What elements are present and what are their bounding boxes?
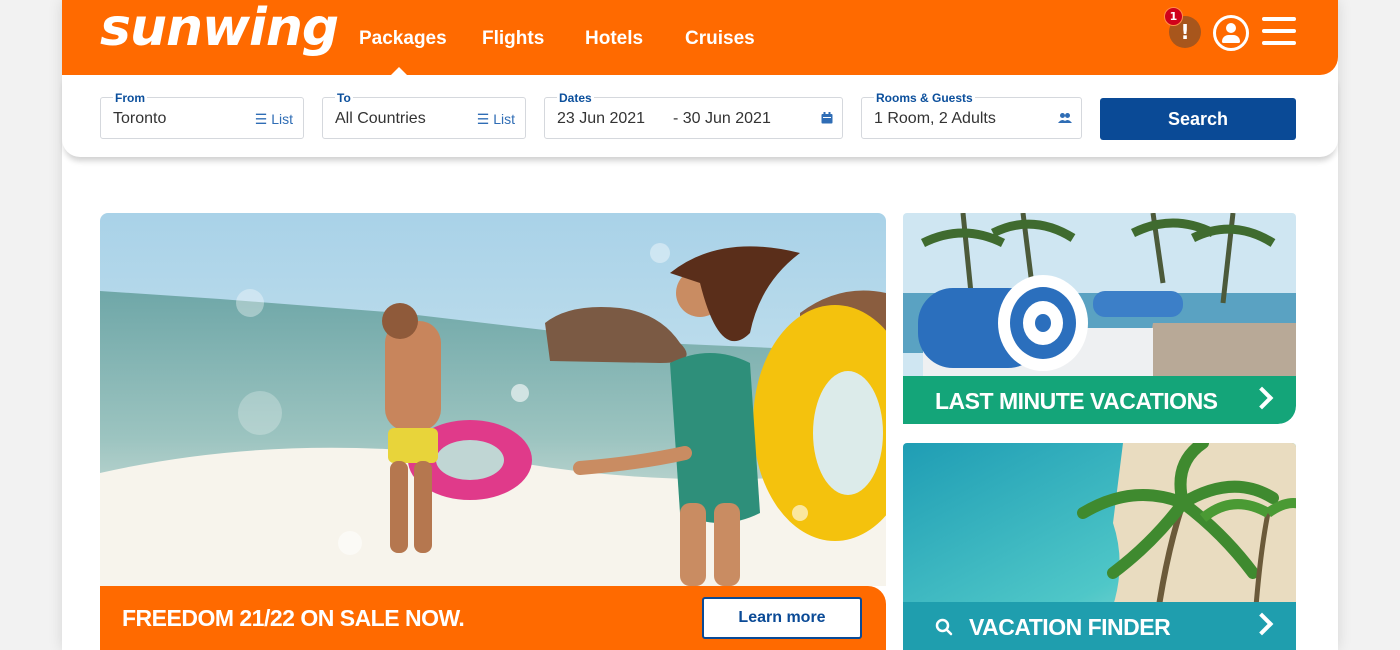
- to-value: All Countries: [335, 110, 426, 127]
- from-label: From: [113, 91, 147, 105]
- from-value: Toronto: [113, 110, 167, 127]
- active-nav-indicator: [391, 67, 407, 75]
- last-minute-vacations-title: LAST MINUTE VACATIONS: [935, 388, 1218, 414]
- dates-field[interactable]: Dates 23 Jun 2021 - 30 Jun 2021: [544, 91, 843, 139]
- from-field[interactable]: From Toronto ☰ List: [100, 91, 304, 139]
- rooms-guests-field[interactable]: Rooms & Guests 1 Room, 2 Adults: [861, 91, 1082, 139]
- vacation-finder-title: VACATION FINDER: [969, 614, 1171, 640]
- alert-count-badge: 1: [1164, 7, 1183, 26]
- hero-title: FREEDOM 21/22 ON SALE NOW.: [122, 605, 465, 631]
- to-list-button[interactable]: ☰ List: [477, 111, 515, 128]
- dates-label: Dates: [557, 91, 594, 105]
- nav-packages[interactable]: Packages: [359, 28, 447, 50]
- guests-icon: [1058, 113, 1072, 123]
- hero-promo-bar: FREEDOM 21/22 ON SALE NOW. Learn more: [100, 586, 886, 650]
- nav-cruises[interactable]: Cruises: [685, 28, 755, 50]
- vacation-finder-bar: VACATION FINDER: [903, 602, 1296, 650]
- page: sunwing Packages Flights Hotels Cruises …: [62, 0, 1338, 650]
- exclamation-icon: !: [1180, 20, 1190, 44]
- nav-hotels[interactable]: Hotels: [585, 28, 643, 50]
- site-header: sunwing Packages Flights Hotels Cruises …: [62, 0, 1338, 75]
- beach-couple-image: [100, 213, 886, 586]
- last-minute-vacations-card[interactable]: LAST MINUTE VACATIONS: [903, 213, 1296, 424]
- user-account-icon[interactable]: [1213, 15, 1249, 51]
- rooms-guests-label: Rooms & Guests: [874, 91, 975, 105]
- to-label: To: [335, 91, 353, 105]
- calendar-icon: [821, 112, 833, 124]
- search-icon: [935, 618, 953, 636]
- search-panel: From Toronto ☰ List To All Countries ☰ L…: [62, 75, 1338, 157]
- chevron-right-icon: [1250, 612, 1274, 636]
- date-end: - 30 Jun 2021: [673, 110, 771, 127]
- nav-flights[interactable]: Flights: [482, 28, 544, 50]
- sunwing-logo[interactable]: sunwing: [100, 0, 339, 58]
- from-list-button[interactable]: ☰ List: [255, 111, 293, 128]
- date-start: 23 Jun 2021: [557, 110, 646, 127]
- search-button[interactable]: Search: [1100, 98, 1296, 140]
- learn-more-button[interactable]: Learn more: [702, 597, 862, 639]
- hero-banner[interactable]: FREEDOM 21/22 ON SALE NOW. Learn more: [100, 213, 886, 650]
- chevron-right-icon: [1250, 386, 1274, 410]
- last-minute-vacations-bar: LAST MINUTE VACATIONS: [903, 376, 1296, 424]
- vacation-finder-card[interactable]: VACATION FINDER: [903, 443, 1296, 650]
- to-field[interactable]: To All Countries ☰ List: [322, 91, 526, 139]
- rooms-guests-value: 1 Room, 2 Adults: [874, 110, 996, 127]
- hamburger-menu-icon[interactable]: [1262, 17, 1296, 47]
